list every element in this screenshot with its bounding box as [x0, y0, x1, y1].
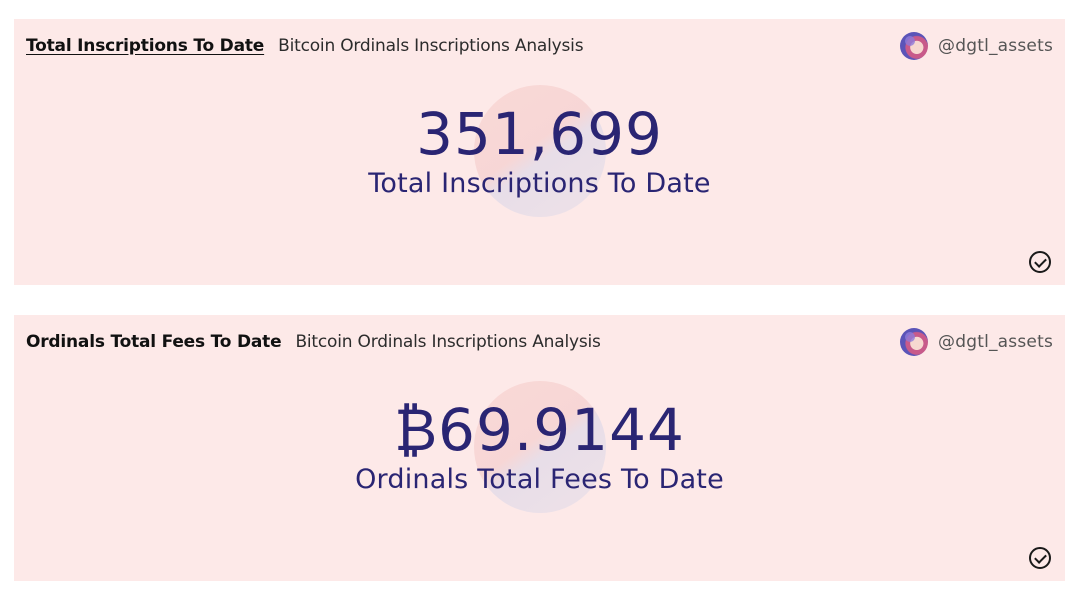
counter-card: Ordinals Total Fees To Date Bitcoin Ordi…	[14, 315, 1065, 581]
counter: ₿69.9144 Ordinals Total Fees To Date	[14, 397, 1065, 497]
counter-label: Total Inscriptions To Date	[368, 168, 711, 199]
avatar	[900, 32, 929, 60]
query-title-link[interactable]: Total Inscriptions To Date	[26, 36, 264, 56]
dashboard-name-link[interactable]: Bitcoin Ordinals Inscriptions Analysis	[278, 36, 583, 56]
author-name: @dgtl_assets	[938, 36, 1053, 56]
author-link[interactable]: @dgtl_assets	[900, 328, 1053, 356]
counter-label: Ordinals Total Fees To Date	[355, 464, 724, 495]
counter-value: 351,699	[416, 100, 663, 168]
avatar	[900, 328, 929, 356]
counter-card: Total Inscriptions To Date Bitcoin Ordin…	[14, 19, 1065, 285]
counter-value: ₿69.9144	[394, 396, 685, 464]
author-link[interactable]: @dgtl_assets	[900, 32, 1053, 60]
counter: 351,699 Total Inscriptions To Date	[14, 101, 1065, 201]
dashboard-name-link[interactable]: Bitcoin Ordinals Inscriptions Analysis	[295, 332, 600, 352]
check-circle-icon[interactable]	[1029, 547, 1051, 569]
check-circle-icon[interactable]	[1029, 251, 1051, 273]
card-header: Total Inscriptions To Date Bitcoin Ordin…	[26, 32, 1053, 60]
author-name: @dgtl_assets	[938, 332, 1053, 352]
card-header: Ordinals Total Fees To Date Bitcoin Ordi…	[26, 328, 1053, 356]
query-title-link[interactable]: Ordinals Total Fees To Date	[26, 332, 282, 352]
